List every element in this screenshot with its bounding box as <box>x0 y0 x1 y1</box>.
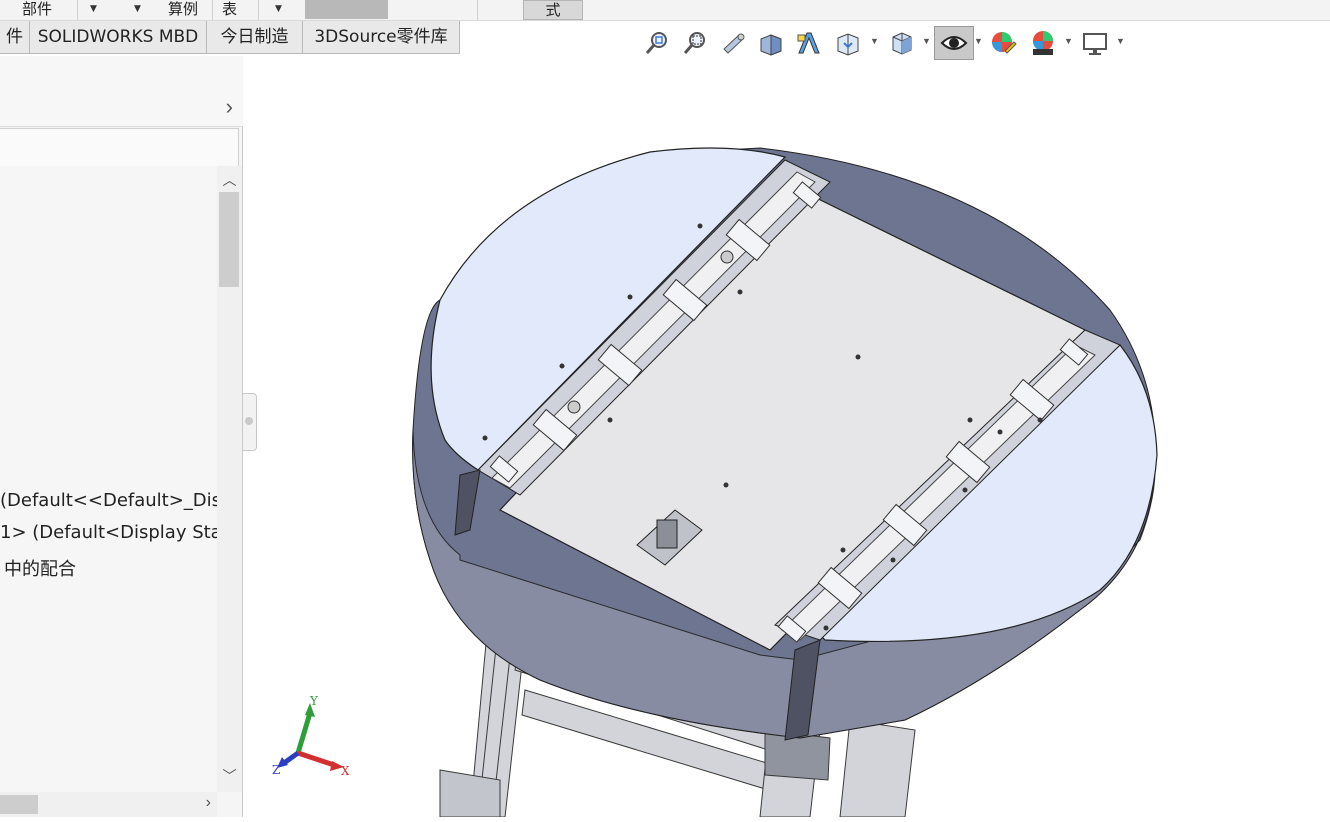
previous-view-icon[interactable] <box>718 26 748 60</box>
chevron-down-icon[interactable]: ▼ <box>1064 36 1073 46</box>
chevron-down-icon[interactable]: ▼ <box>134 0 141 18</box>
reference-triad: Y X Z <box>268 693 358 783</box>
hide-show-items-icon[interactable] <box>934 26 974 60</box>
zoom-to-fit-icon[interactable] <box>642 26 672 60</box>
display-style-icon[interactable] <box>886 26 916 60</box>
tab-3dsource[interactable]: 3DSource零件库 <box>303 21 460 54</box>
feature-tree: (Default<<Default>_Displ 1> (Default<Dis… <box>0 166 217 792</box>
scrollbar-thumb[interactable] <box>0 795 38 814</box>
section-view-icon[interactable] <box>756 26 786 60</box>
view-orientation-icon[interactable] <box>832 26 862 60</box>
tab-solidworks-mbd[interactable]: SOLIDWORKS MBD <box>30 21 207 54</box>
scroll-right-icon[interactable]: › <box>206 794 211 812</box>
view-settings-icon[interactable] <box>1080 26 1110 60</box>
scroll-down-icon[interactable]: ﹀ <box>217 766 242 786</box>
edit-appearance-icon[interactable] <box>988 26 1018 60</box>
rotary-table-model[interactable] <box>258 62 1330 818</box>
menu-item-study[interactable]: 算例 <box>168 0 198 20</box>
chevron-down-icon[interactable]: ▼ <box>1116 36 1125 46</box>
scroll-up-icon[interactable]: ︿ <box>217 170 242 190</box>
chevron-right-icon[interactable]: › <box>226 94 233 120</box>
tree-item-config[interactable]: (Default<<Default>_Displ <box>0 490 217 511</box>
axis-z-label: Z <box>272 763 280 777</box>
panel-collapse-handle[interactable] <box>243 393 257 451</box>
top-menu-bar: 部件 ▼ ▼ 算例 表 ▼ 式 <box>0 0 1330 21</box>
filter-input[interactable] <box>0 128 239 167</box>
menu-item-parts[interactable]: 部件 <box>22 0 52 20</box>
chevron-down-icon[interactable]: ▼ <box>275 0 282 18</box>
tab-parts[interactable]: 件 <box>0 21 30 54</box>
zoom-to-area-icon[interactable] <box>680 26 710 60</box>
vertical-scrollbar[interactable]: ︿ ﹀ <box>217 166 242 792</box>
horizontal-scrollbar[interactable]: › <box>0 792 217 817</box>
panel-header: › <box>0 86 243 127</box>
chevron-down-icon[interactable]: ▼ <box>870 36 879 46</box>
axis-x-label: X <box>341 764 350 778</box>
tab-today-manufacturing[interactable]: 今日制造 <box>207 21 303 54</box>
feature-manager-panel: › (Default<<Default>_Displ 1> (Default<D… <box>0 56 243 817</box>
dynamic-annotation-icon[interactable] <box>794 26 824 60</box>
chevron-down-icon[interactable]: ▼ <box>90 0 97 18</box>
tree-item-mates[interactable]: 中的配合 <box>4 555 76 581</box>
apply-scene-icon[interactable] <box>1028 26 1058 60</box>
tab-style[interactable]: 式 <box>523 0 583 20</box>
tree-item-component[interactable]: 1> (Default<Display State <box>0 522 217 543</box>
panel-tab-strip <box>0 56 243 87</box>
menu-item-table[interactable]: 表 <box>222 0 237 20</box>
scrollbar-thumb[interactable] <box>219 192 239 287</box>
graphics-area[interactable] <box>258 62 1330 818</box>
chevron-down-icon[interactable]: ▼ <box>922 36 931 46</box>
toolbar-button-blank[interactable] <box>305 0 388 19</box>
axis-y-label: Y <box>309 694 319 708</box>
chevron-down-icon[interactable]: ▼ <box>974 36 983 46</box>
